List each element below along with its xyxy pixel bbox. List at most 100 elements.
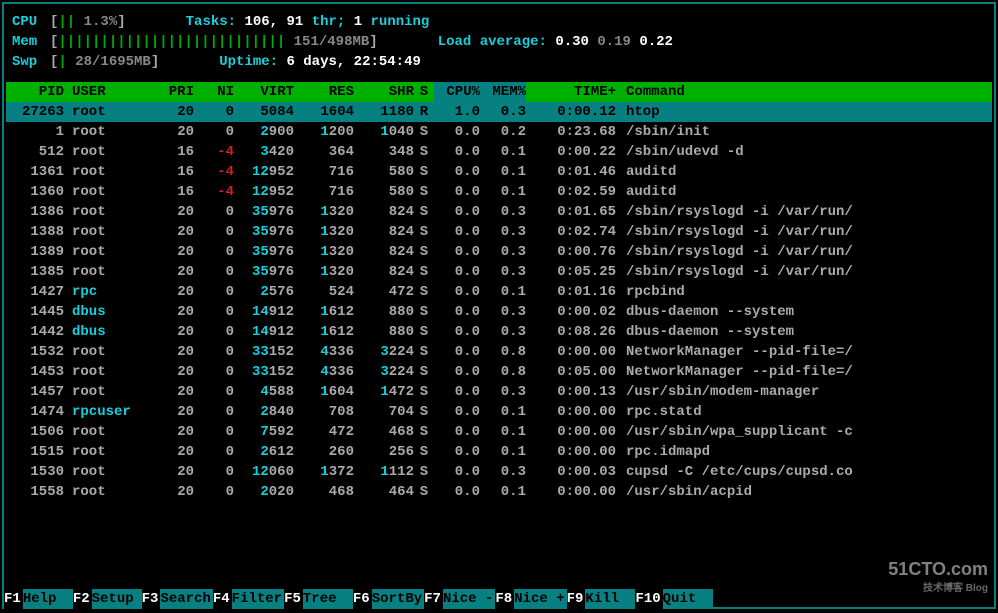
fkey-f7[interactable]: F7: [424, 589, 443, 609]
process-row[interactable]: 1442dbus200149121612880S0.00.30:08.26dbu…: [6, 322, 992, 342]
fkey-f10[interactable]: F10: [635, 589, 662, 609]
fkey-f3[interactable]: F3: [142, 589, 161, 609]
col-pid[interactable]: PID: [12, 82, 64, 102]
cell-virt: 4588: [234, 382, 294, 402]
process-row[interactable]: 1506root2007592472468S0.00.10:00.00/usr/…: [6, 422, 992, 442]
cell-user: root: [64, 262, 154, 282]
flabel-setup[interactable]: Setup: [92, 589, 142, 609]
cell-user: root: [64, 342, 154, 362]
cell-pri: 20: [154, 322, 194, 342]
cell-pid: 27263: [12, 102, 64, 122]
flabel-sortby[interactable]: SortBy: [372, 589, 424, 609]
flabel-search[interactable]: Search: [160, 589, 212, 609]
fkey-f5[interactable]: F5: [284, 589, 303, 609]
cell-cpu: 0.0: [434, 162, 480, 182]
cell-shr: 824: [354, 222, 414, 242]
cell-virt: 12060: [234, 462, 294, 482]
process-row[interactable]: 1453root2003315243363224S0.00.80:05.00Ne…: [6, 362, 992, 382]
cell-user: root: [64, 142, 154, 162]
cell-command: /usr/sbin/wpa_supplicant -c: [616, 422, 986, 442]
process-row[interactable]: 1532root2003315243363224S0.00.80:00.00Ne…: [6, 342, 992, 362]
process-row[interactable]: 1386root200359761320824S0.00.30:01.65/sb…: [6, 202, 992, 222]
fkey-f8[interactable]: F8: [495, 589, 514, 609]
column-headers[interactable]: PID USER PRI NI VIRT RES SHR S CPU% MEM%…: [6, 82, 992, 102]
flabel-nice+[interactable]: Nice +: [514, 589, 566, 609]
process-row[interactable]: 1385root200359761320824S0.00.30:05.25/sb…: [6, 262, 992, 282]
process-row[interactable]: 1558root2002020468464S0.00.10:00.00/usr/…: [6, 482, 992, 502]
flabel-filter[interactable]: Filter: [232, 589, 284, 609]
fkey-f1[interactable]: F1: [4, 589, 23, 609]
cell-res: 260: [294, 442, 354, 462]
cell-command: /sbin/rsyslogd -i /var/run/: [616, 242, 986, 262]
flabel-kill[interactable]: Kill: [585, 589, 635, 609]
process-row[interactable]: 1388root200359761320824S0.00.30:02.74/sb…: [6, 222, 992, 242]
cell-state: S: [414, 302, 434, 322]
process-row[interactable]: 27263root200508416041180R1.00.30:00.12ht…: [6, 102, 992, 122]
process-row[interactable]: 1360root16-412952716580S0.00.10:02.59aud…: [6, 182, 992, 202]
cell-command: cupsd -C /etc/cups/cupsd.co: [616, 462, 986, 482]
process-row[interactable]: 1515root2002612260256S0.00.10:00.00rpc.i…: [6, 442, 992, 462]
cell-time: 0:00.13: [526, 382, 616, 402]
cell-pri: 20: [154, 202, 194, 222]
cell-res: 716: [294, 162, 354, 182]
process-row[interactable]: 1389root200359761320824S0.00.30:00.76/sb…: [6, 242, 992, 262]
col-res[interactable]: RES: [294, 82, 354, 102]
cell-ni: 0: [194, 302, 234, 322]
col-user[interactable]: USER: [64, 82, 154, 102]
cell-state: S: [414, 482, 434, 502]
mem-value: 151/498MB: [294, 34, 370, 50]
cell-pid: 1: [12, 122, 64, 142]
cell-ni: 0: [194, 462, 234, 482]
process-row[interactable]: 1445dbus200149121612880S0.00.30:00.02dbu…: [6, 302, 992, 322]
fkey-f6[interactable]: F6: [353, 589, 372, 609]
process-row[interactable]: 512root16-43420364348S0.00.10:00.22/sbin…: [6, 142, 992, 162]
process-row[interactable]: 1root200290012001040S0.00.20:23.68/sbin/…: [6, 122, 992, 142]
cell-command: /sbin/rsyslogd -i /var/run/: [616, 262, 986, 282]
process-row[interactable]: 1427rpc2002576524472S0.00.10:01.16rpcbin…: [6, 282, 992, 302]
cell-ni: 0: [194, 242, 234, 262]
cell-mem: 0.1: [480, 182, 526, 202]
cell-user: root: [64, 382, 154, 402]
process-row[interactable]: 1474rpcuser2002840708704S0.00.10:00.00rp…: [6, 402, 992, 422]
cell-shr: 580: [354, 162, 414, 182]
cell-cpu: 0.0: [434, 402, 480, 422]
cell-cpu: 0.0: [434, 422, 480, 442]
cell-state: R: [414, 102, 434, 122]
cell-state: S: [414, 262, 434, 282]
process-row[interactable]: 1457root200458816041472S0.00.30:00.13/us…: [6, 382, 992, 402]
process-row[interactable]: 1530root2001206013721112S0.00.30:00.03cu…: [6, 462, 992, 482]
cpu-meter: CPU [|| 1.3%] Tasks: 106, 91 thr; 1 runn…: [12, 12, 986, 32]
cell-state: S: [414, 122, 434, 142]
tasks-stats: Tasks: 106, 91 thr; 1 running: [186, 12, 430, 32]
process-row[interactable]: 1361root16-412952716580S0.00.10:01.46aud…: [6, 162, 992, 182]
process-list[interactable]: 27263root200508416041180R1.00.30:00.12ht…: [6, 102, 992, 502]
col-pri[interactable]: PRI: [154, 82, 194, 102]
fkey-f2[interactable]: F2: [73, 589, 92, 609]
cell-res: 1320: [294, 262, 354, 282]
flabel-tree[interactable]: Tree: [303, 589, 353, 609]
col-ni[interactable]: NI: [194, 82, 234, 102]
header-area: CPU [|| 1.3%] Tasks: 106, 91 thr; 1 runn…: [6, 8, 992, 82]
col-shr[interactable]: SHR: [354, 82, 414, 102]
flabel-nice-[interactable]: Nice -: [443, 589, 495, 609]
cell-time: 0:01.65: [526, 202, 616, 222]
cell-res: 472: [294, 422, 354, 442]
col-state[interactable]: S: [414, 82, 434, 102]
col-cpu[interactable]: CPU%: [434, 82, 480, 102]
cell-time: 0:00.00: [526, 402, 616, 422]
cell-ni: 0: [194, 382, 234, 402]
col-mem[interactable]: MEM%: [480, 82, 526, 102]
flabel-quit[interactable]: Quit: [663, 589, 713, 609]
cell-mem: 0.1: [480, 402, 526, 422]
cell-virt: 2840: [234, 402, 294, 422]
fkey-f4[interactable]: F4: [213, 589, 232, 609]
cell-pid: 1427: [12, 282, 64, 302]
col-virt[interactable]: VIRT: [234, 82, 294, 102]
cell-ni: 0: [194, 122, 234, 142]
col-time[interactable]: TIME+: [526, 82, 616, 102]
cell-time: 0:01.16: [526, 282, 616, 302]
col-command[interactable]: Command: [616, 82, 986, 102]
flabel-help[interactable]: Help: [23, 589, 73, 609]
cell-command: /usr/sbin/modem-manager: [616, 382, 986, 402]
fkey-f9[interactable]: F9: [567, 589, 586, 609]
